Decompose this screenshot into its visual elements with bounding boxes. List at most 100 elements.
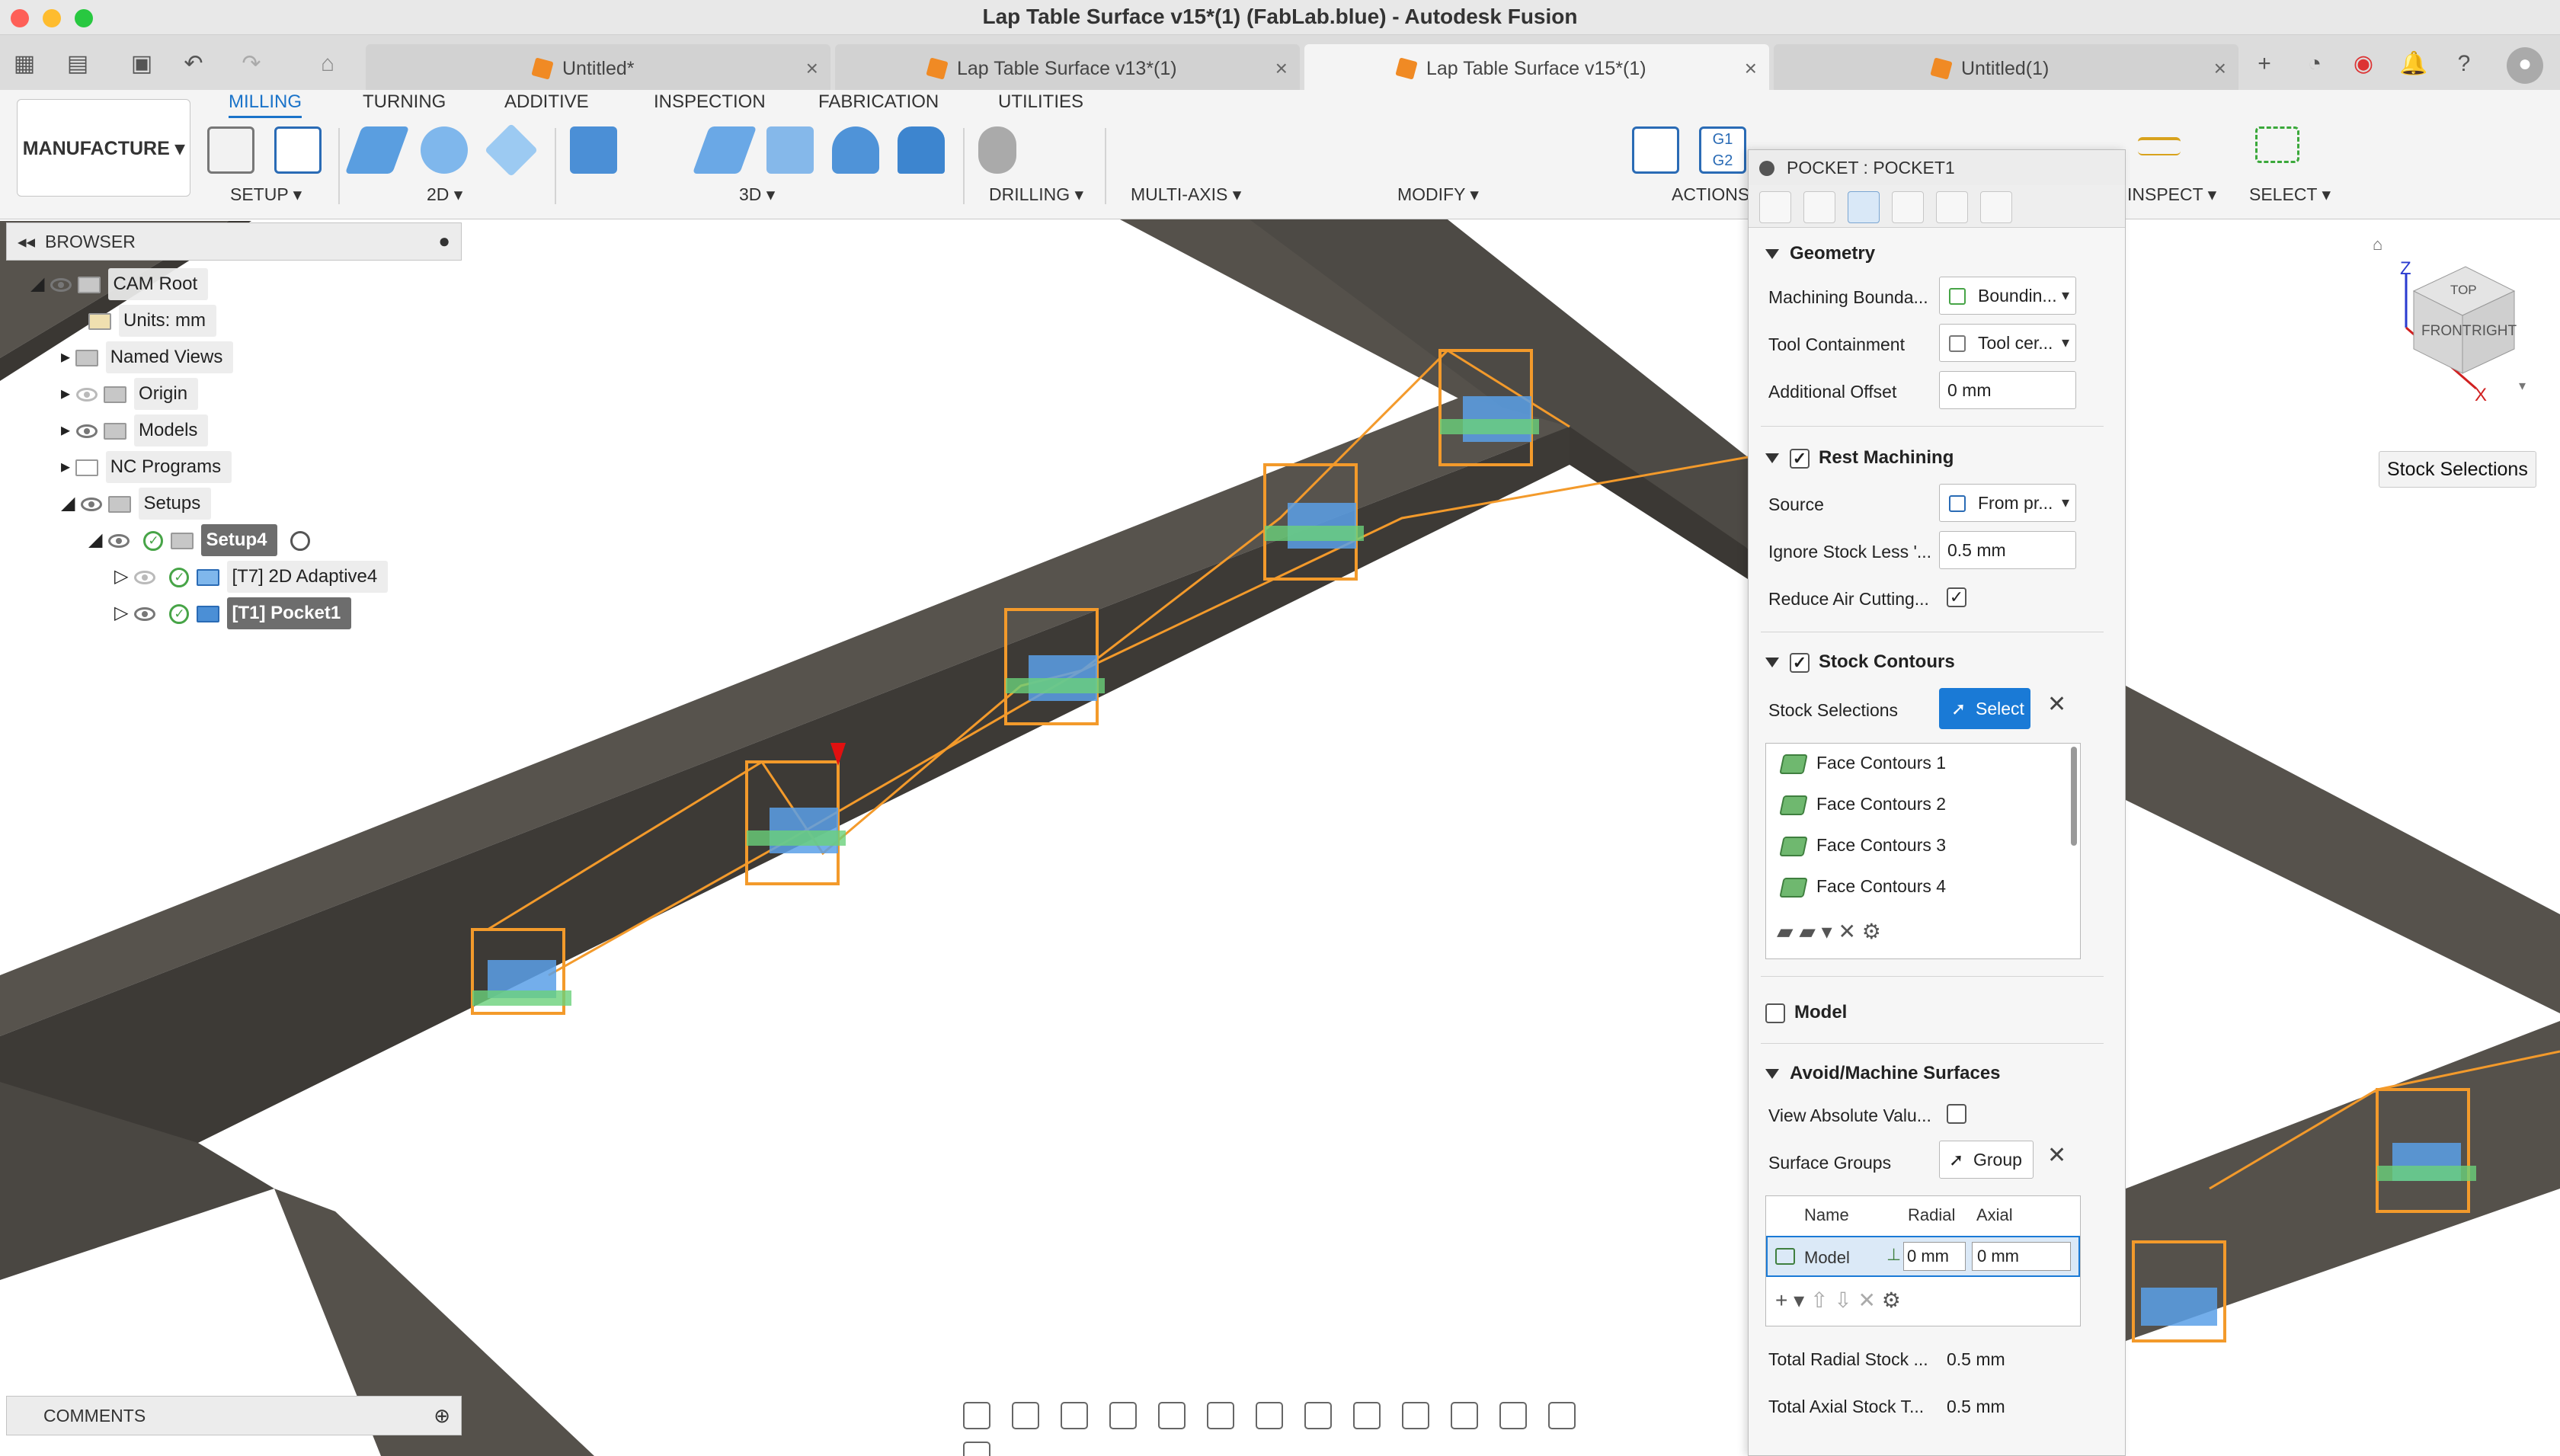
drill-icon[interactable] [978, 126, 1016, 174]
group-3d[interactable]: 3D ▾ [739, 184, 775, 205]
section-stock-contours[interactable]: ✓ Stock Contours [1765, 651, 1955, 673]
effects-icon[interactable] [1451, 1402, 1478, 1429]
extensions-icon[interactable]: ◔ [2298, 47, 2331, 81]
collapse-browser-icon[interactable]: ◂◂ [18, 232, 35, 252]
add-face-icon[interactable]: ▰ [1777, 920, 1794, 943]
simulate-icon[interactable] [1632, 126, 1679, 174]
model-canvas[interactable] [0, 219, 2560, 1456]
tab-additive[interactable]: ADDITIVE [504, 91, 589, 113]
rest-machining-checkbox[interactable]: ✓ [1790, 448, 1810, 469]
display-settings-icon[interactable] [1207, 1402, 1234, 1429]
tree-item-setups[interactable]: ◢ Setups [61, 488, 212, 520]
3d-parallel-icon[interactable] [898, 126, 945, 174]
close-tab-icon[interactable]: × [2214, 44, 2226, 93]
3d-steep-shallow-icon[interactable] [832, 126, 879, 174]
move-down-icon[interactable]: ⇩ [1834, 1288, 1851, 1312]
new-tab-icon[interactable]: + [2248, 47, 2281, 81]
tab-geometry-2d[interactable] [1803, 191, 1835, 223]
group-button[interactable]: ➚ Group [1939, 1141, 2034, 1179]
post-process-icon[interactable]: G1 G2 [1699, 126, 1746, 174]
expand-arrow-icon[interactable]: ▷ [114, 566, 128, 587]
selection-filter-icon[interactable] [963, 1442, 990, 1456]
close-tab-icon[interactable]: × [806, 44, 818, 93]
comments-panel[interactable]: COMMENTS ⊕ [6, 1396, 462, 1435]
tree-item-cam-root[interactable]: ◢ CAM Root [30, 268, 209, 300]
stock-select-button[interactable]: ➚ Select [1939, 688, 2030, 729]
delete-row-icon[interactable]: ✕ [1858, 1288, 1875, 1312]
2d-pocket-icon[interactable] [421, 126, 468, 174]
tab-untitled[interactable]: Untitled* × [366, 44, 830, 93]
additional-offset-input[interactable]: 0 mm [1939, 371, 2076, 409]
tab-geometry[interactable] [1848, 191, 1880, 223]
look-at-icon[interactable] [1012, 1402, 1039, 1429]
tree-item-named-views[interactable]: ▸ Named Views [61, 341, 234, 373]
tab-lap-table-v15[interactable]: Lap Table Surface v15*(1) × [1304, 44, 1769, 93]
list-item[interactable]: Face Contours 3 [1779, 835, 1946, 856]
workspace-switcher[interactable]: MANUFACTURE ▾ [17, 99, 190, 197]
tree-item-origin[interactable]: ▸ Origin [61, 378, 199, 410]
section-rest-machining[interactable]: ✓ Rest Machining [1765, 447, 1954, 469]
list-item[interactable]: Face Contours 2 [1779, 794, 1946, 815]
stock-contours-checkbox[interactable]: ✓ [1790, 652, 1810, 673]
user-avatar[interactable]: ● [2507, 47, 2543, 84]
collapse-icon[interactable] [1765, 249, 1779, 260]
panel-title-bar[interactable]: POCKET : POCKET1 [1749, 150, 2125, 185]
help-icon[interactable]: ? [2447, 47, 2481, 81]
collapse-panel-icon[interactable] [1759, 161, 1774, 176]
section-avoid-surfaces[interactable]: Avoid/Machine Surfaces [1765, 1063, 2001, 1084]
3d-viewport[interactable] [0, 219, 2560, 1456]
window-select-icon[interactable] [2255, 126, 2299, 163]
collapse-icon[interactable] [1765, 453, 1779, 464]
tool-containment-dropdown[interactable]: Tool cer... ▾ [1939, 324, 2076, 362]
clear-group-icon[interactable]: ✕ [2047, 1142, 2066, 1169]
chevron-down-icon[interactable]: ▾ [1822, 920, 1832, 943]
add-row-icon[interactable]: + [1775, 1288, 1787, 1312]
expand-arrow-icon[interactable]: ▸ [61, 420, 70, 440]
measure-icon[interactable] [2138, 137, 2181, 155]
list-scrollbar[interactable] [2071, 747, 2077, 846]
3d-pocket-icon[interactable] [766, 126, 814, 174]
tree-item-2d-adaptive4[interactable]: ▷ ✓ [T7] 2D Adaptive4 [114, 561, 389, 593]
active-setup-icon[interactable] [290, 530, 311, 551]
new-setup-icon[interactable] [207, 126, 254, 174]
view-absolute-checkbox[interactable] [1947, 1104, 1966, 1124]
group-2d[interactable]: 2D ▾ [427, 184, 462, 205]
expand-arrow-icon[interactable]: ◢ [61, 493, 75, 514]
file-menu-icon[interactable]: ▤ [61, 47, 94, 81]
viewcube-graphic[interactable]: ⌂ TOP FRONT RIGHT Z X ▾ [2370, 229, 2530, 405]
comments-add-icon[interactable]: ⊕ [434, 1397, 450, 1435]
visibility-eye-icon[interactable] [50, 277, 72, 292]
tree-item-nc-programs[interactable]: ▸ NC Programs [61, 451, 232, 483]
tab-inspection[interactable]: INSPECTION [654, 91, 766, 113]
group-drilling[interactable]: DRILLING ▾ [989, 184, 1083, 205]
save-icon[interactable]: ▣ [125, 47, 158, 81]
tab-heights[interactable] [1892, 191, 1924, 223]
visibility-eye-icon[interactable] [76, 424, 98, 438]
hidden-eye-icon[interactable] [134, 570, 156, 584]
tool-display-icon[interactable] [1548, 1402, 1576, 1429]
app-grid-icon[interactable]: ▦ [8, 47, 41, 81]
viewcube[interactable]: ⌂ TOP FRONT RIGHT Z X ▾ [2370, 229, 2530, 405]
ignore-stock-input[interactable]: 0.5 mm [1939, 531, 2076, 569]
grid-settings-icon[interactable] [1256, 1402, 1283, 1429]
table-row[interactable]: Model ⊥ 0 mm 0 mm [1766, 1236, 2080, 1277]
tab-passes[interactable] [1936, 191, 1968, 223]
close-tab-icon[interactable]: × [1745, 44, 1757, 93]
hidden-eye-icon[interactable] [76, 387, 98, 402]
section-geometry[interactable]: Geometry [1765, 243, 1875, 264]
tab-lap-table-v13[interactable]: Lap Table Surface v13*(1) × [835, 44, 1300, 93]
move-up-icon[interactable]: ⇧ [1810, 1288, 1828, 1312]
remove-icon[interactable]: ✕ [1838, 920, 1856, 943]
expand-arrow-icon[interactable]: ◢ [30, 274, 44, 294]
notifications-icon[interactable]: 🔔 [2397, 47, 2430, 81]
expand-arrow-icon[interactable]: ▸ [61, 383, 70, 404]
list-item[interactable]: Face Contours 4 [1779, 876, 1946, 898]
simulation-display-icon[interactable] [1353, 1402, 1381, 1429]
tab-turning[interactable]: TURNING [363, 91, 446, 113]
orbit-icon[interactable] [963, 1402, 990, 1429]
tab-milling[interactable]: MILLING [229, 91, 302, 118]
home-icon[interactable]: ⌂ [311, 47, 344, 81]
visibility-eye-icon[interactable] [108, 533, 130, 548]
expand-arrow-icon[interactable]: ▸ [61, 347, 70, 367]
model-checkbox[interactable] [1765, 1003, 1785, 1023]
